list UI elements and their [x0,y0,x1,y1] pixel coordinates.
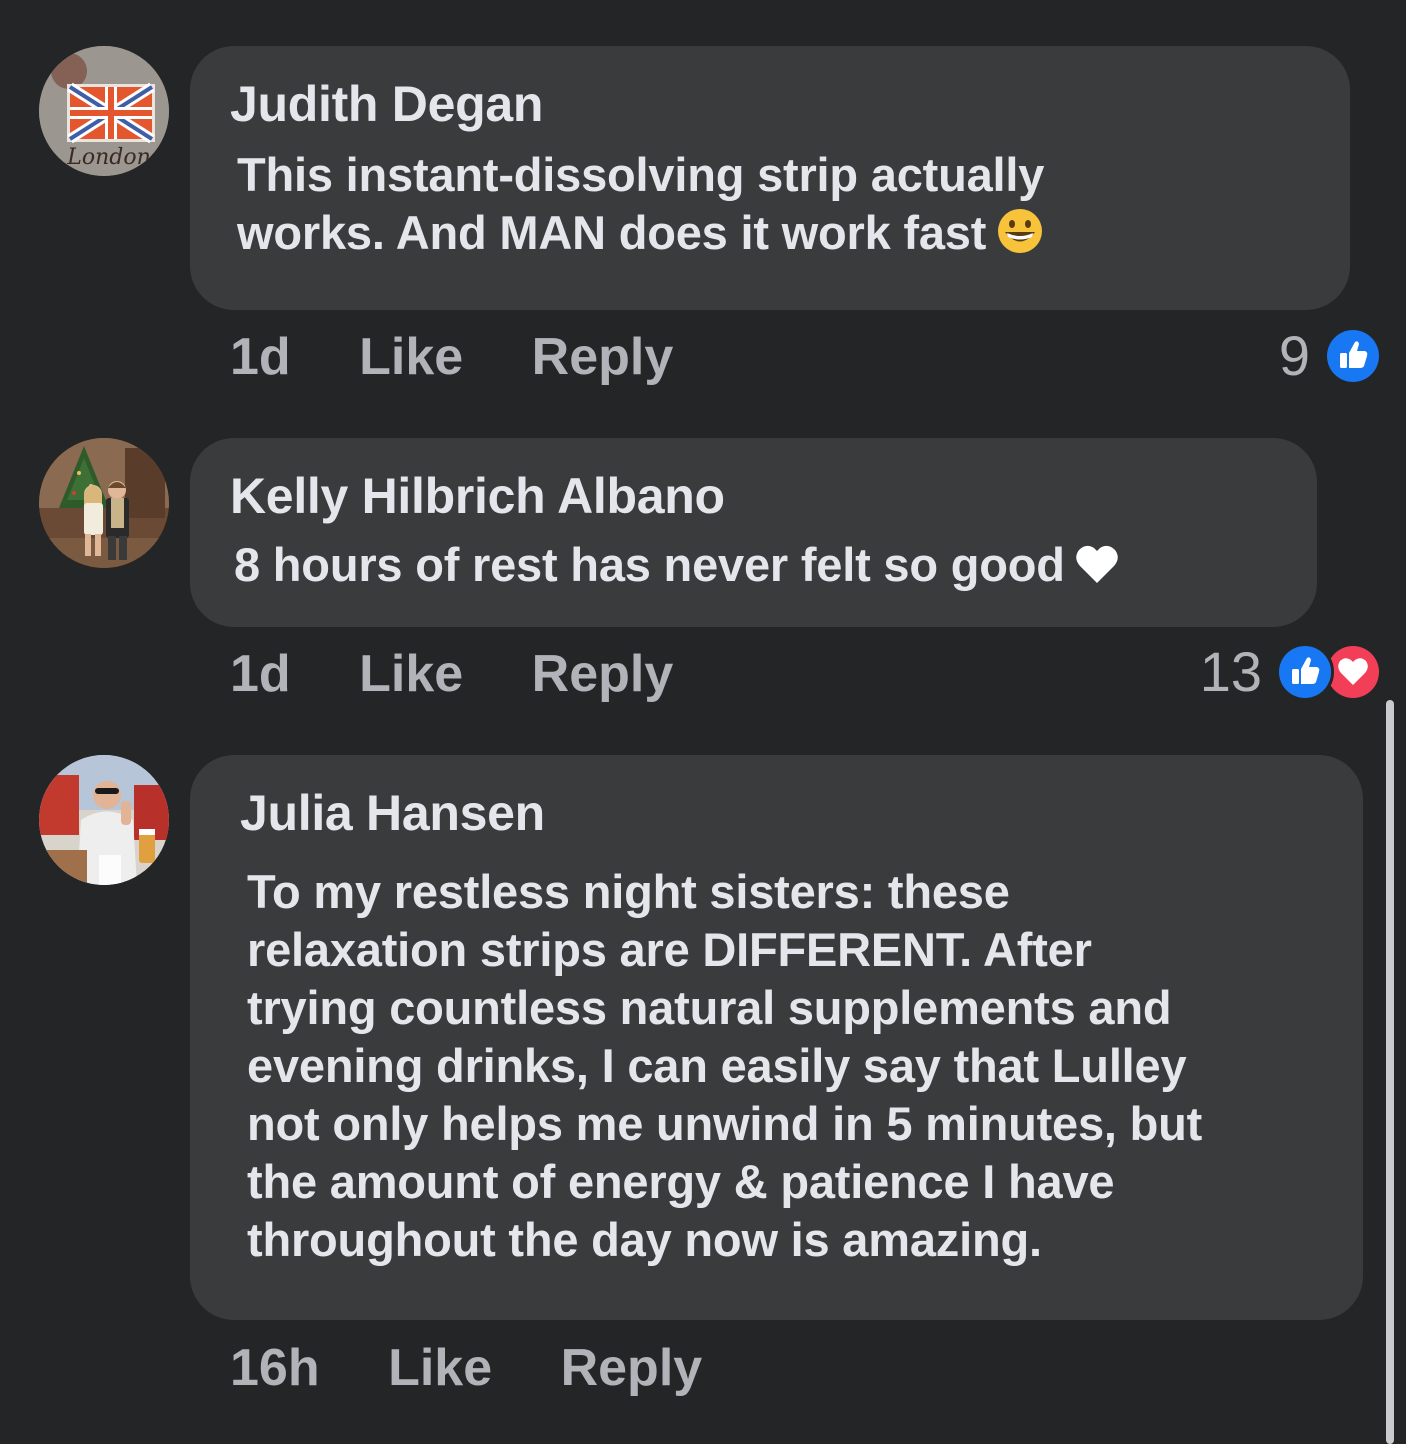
comment-text-line: This instant-dissolving strip actually [237,148,1045,201]
comment-text-line: not only helps me unwind in 5 minutes, b… [247,1097,1203,1150]
comment-bubble: Julia Hansen To my restless night sister… [190,755,1363,1320]
reply-button[interactable]: Reply [561,1338,703,1398]
reaction-summary[interactable]: 9 [1279,326,1382,386]
reaction-summary[interactable]: 13 [1200,642,1382,702]
comment-author[interactable]: Julia Hansen [240,783,1323,843]
like-reaction-icon [1276,643,1334,701]
reaction-count: 13 [1199,640,1262,703]
comment-author[interactable]: Judith Degan [230,74,1310,134]
comment-time[interactable]: 16h [230,1338,320,1398]
comment-text-line: To my restless night sisters: these [247,865,1010,918]
comment-text-line: evening drinks, I can easily say that Lu… [247,1039,1187,1092]
like-button[interactable]: Like [359,644,463,704]
comment-text: This instant-dissolving strip actually w… [230,146,1310,268]
comment-text-line: trying countless natural supplements and [247,981,1172,1034]
comment-actions: 16h Like Reply [230,1338,702,1398]
comment-actions: 1d Like Reply [230,327,673,387]
avatar[interactable] [39,755,169,885]
like-button[interactable]: Like [388,1338,492,1398]
comment-text-line: the amount of energy & patience I have [247,1155,1115,1208]
avatar[interactable]: London [39,46,169,176]
avatar[interactable] [39,438,169,568]
comment-bubble: Kelly Hilbrich Albano 8 hours of rest ha… [190,438,1317,627]
comment-text: To my restless night sisters: these rela… [240,863,1323,1269]
scrollbar[interactable] [1386,700,1394,1444]
comment-text-line: throughout the day now is amazing. [247,1213,1042,1266]
like-reaction-icon [1324,327,1382,385]
comment-time[interactable]: 1d [230,327,291,387]
comment-bubble: Judith Degan This instant-dissolving str… [190,46,1350,310]
comment-text-line: works. And MAN does it work fast [237,204,1310,268]
reply-button[interactable]: Reply [532,644,674,704]
avatar-text: London [66,145,151,170]
comment-actions: 1d Like Reply [230,644,673,704]
comment-text-line: relaxation strips are DIFFERENT. After [247,923,1092,976]
reply-button[interactable]: Reply [532,327,674,387]
comment-time[interactable]: 1d [230,644,291,704]
comment-text-line: works. And MAN does it work fast [237,206,987,259]
comment-text-line: 8 hours of rest has never felt so good [234,538,1065,591]
reaction-count: 9 [1278,324,1310,387]
comment-text: 8 hours of rest has never felt so good [230,536,1277,598]
grinning-face-icon [996,207,1044,268]
white-heart-icon [1075,540,1119,598]
like-button[interactable]: Like [359,327,463,387]
comment-author[interactable]: Kelly Hilbrich Albano [230,466,1277,526]
